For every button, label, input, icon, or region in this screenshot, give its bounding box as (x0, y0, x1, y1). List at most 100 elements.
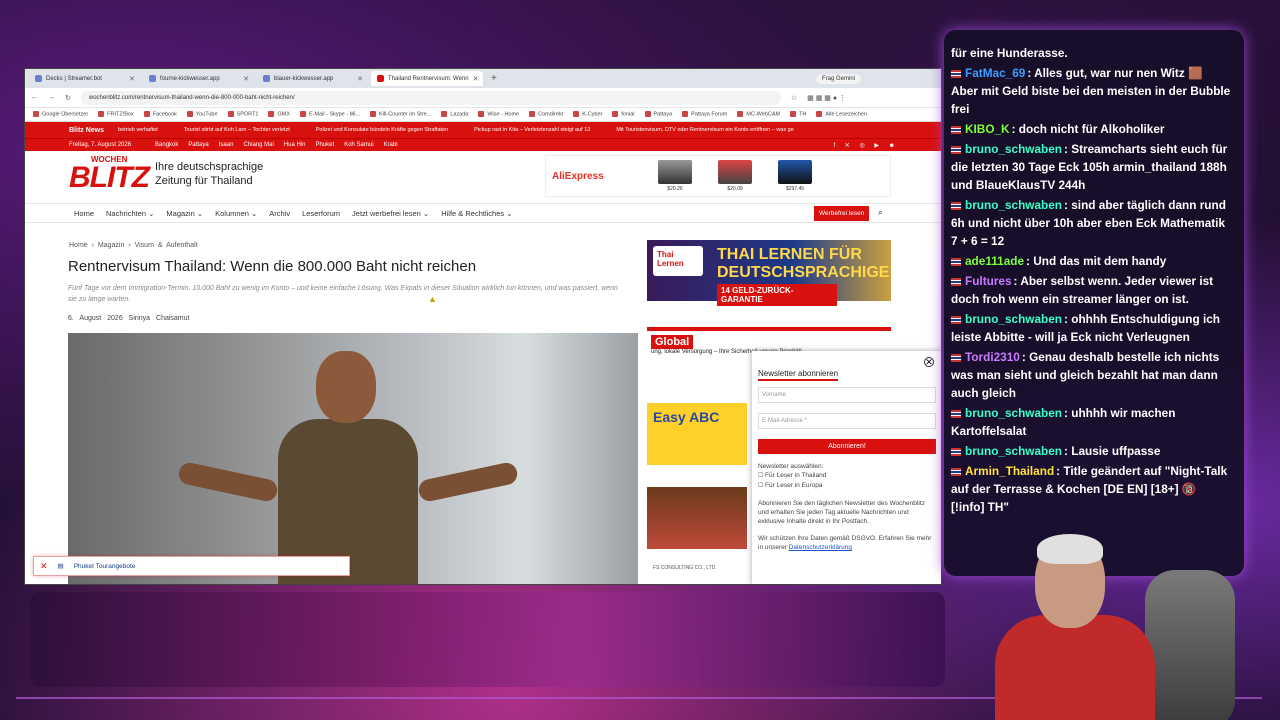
ticker-item[interactable]: Pickup rast in Kita – Verletztenzahl ste… (474, 127, 590, 133)
chat-username[interactable]: KIBO_K (965, 122, 1010, 136)
tab-streamerbot[interactable]: Decks | Streamer.bot ✕ (29, 71, 141, 86)
email-input[interactable]: E-Mail-Adresse * (758, 413, 936, 429)
easy-abc-ad[interactable]: Easy ABC (647, 403, 747, 465)
article-author[interactable]: Sirinya Chaisamut (129, 315, 190, 322)
url-input[interactable]: wochenblitz.com/rentnervisum-thailand-we… (80, 90, 781, 105)
city-link[interactable]: Phuket (316, 142, 335, 148)
back-icon[interactable]: ← (31, 94, 38, 101)
bookmark-item[interactable]: E-Mail - Skype - Mi... (300, 111, 360, 118)
ticker-item[interactable]: Polizei und Konsulate bündeln Kräfte geg… (316, 127, 448, 133)
chat-username[interactable]: FatMac_69 (965, 66, 1025, 80)
new-tab-icon[interactable]: + (485, 73, 503, 84)
chat-username[interactable]: bruno_schwaben (965, 142, 1062, 156)
tab-wochenblitz[interactable]: Thailand Rentnervisum: Wenn ✕ (371, 71, 483, 86)
notification-bar[interactable]: ✕ ▤ Phuket Tourangebote (33, 556, 350, 576)
close-icon[interactable]: ✕ (40, 561, 48, 572)
ad-product[interactable]: $20.09 (718, 160, 752, 192)
city-link[interactable]: Koh Samui (344, 142, 373, 148)
bookmark-item[interactable]: Kill-Counter im Stre... (370, 111, 431, 118)
ad-product[interactable]: $20.26 (658, 160, 692, 192)
bookmark-item[interactable]: YouTube (187, 111, 218, 118)
flag-icon (951, 145, 961, 154)
chat-username[interactable]: bruno_schwaben (965, 198, 1062, 212)
nav-werbefrei[interactable]: Jetzt werbefrei lesen ⌄ (352, 209, 429, 218)
close-icon[interactable]: ✕ (243, 75, 249, 83)
forward-icon[interactable]: → (48, 94, 55, 101)
bookmark-item[interactable]: FRITZ!Box (98, 111, 134, 118)
bookmark-item[interactable]: fonial (612, 111, 634, 118)
wochenblitz-logo[interactable]: WOCHEN BLITZ (69, 155, 150, 195)
close-icon[interactable]: ✕ (129, 75, 135, 83)
city-link[interactable]: Isaan (219, 142, 234, 148)
nav-archiv[interactable]: Archiv (269, 209, 290, 218)
ticker-item[interactable]: betrieb verhaftet (118, 127, 158, 133)
tab-fourne[interactable]: fourne-kickwesser.app ✕ (143, 71, 255, 86)
chat-list: für eine Hunderasse. FatMac_69: Alles gut… (951, 44, 1231, 518)
bookmark-item[interactable]: Pattaya (645, 111, 673, 118)
chat-username[interactable]: Armin_Thailand (965, 464, 1054, 478)
bookmark-item[interactable]: Alle Lesezeichen (816, 111, 867, 118)
bookmark-item[interactable]: Google Übersetzer (33, 111, 88, 118)
flag-icon (951, 409, 961, 418)
food-ad[interactable] (647, 487, 747, 549)
flag-icon (951, 315, 961, 324)
bookmark-item[interactable]: TH (790, 111, 806, 118)
city-link[interactable]: Chiang Mai (243, 142, 273, 148)
close-icon[interactable]: ✕ (357, 75, 363, 83)
ticker-item[interactable]: Tourist stirbt auf Koh Larn – Tochter ve… (184, 127, 290, 133)
bookmark-item[interactable]: Pattaya Forum (682, 111, 727, 118)
bookmark-item[interactable]: Facebook (144, 111, 177, 118)
checkbox-thailand[interactable]: Für Leser in Thailand (758, 471, 936, 481)
thai-lernen-ad[interactable]: Thai Lernen THAI LERNEN FÜR DEUTSCHSPRAC… (647, 240, 891, 306)
nav-nachrichten[interactable]: Nachrichten ⌄ (106, 209, 154, 218)
tab-bar: Decks | Streamer.bot ✕ fourne-kickwesser.… (25, 69, 941, 88)
close-icon[interactable]: ✕ (473, 75, 479, 83)
bookmark-item[interactable]: Wise - Home (478, 111, 519, 118)
bookmark-star-icon[interactable]: ☆ (791, 94, 797, 102)
nav-leserforum[interactable]: Leserforum (302, 209, 340, 218)
first-name-input[interactable]: Vorname (758, 387, 936, 403)
bookmark-item[interactable]: Comdirekt (529, 111, 563, 118)
nav-kolumnen[interactable]: Kolumnen ⌄ (215, 209, 257, 218)
privacy-link[interactable]: Datenschutzerklärung (789, 544, 852, 551)
social-icons[interactable]: f ✕ ◎ ▶ ☻ (833, 142, 899, 149)
site-tagline: Ihre deutschsprachige Zeitung für Thaila… (155, 160, 263, 188)
chat-username[interactable]: Tordi2310 (965, 350, 1020, 364)
city-link[interactable]: Bangkok (155, 142, 178, 148)
gemini-button[interactable]: Frag Gemini (815, 73, 861, 84)
werbefrei-button[interactable]: Werbefrei lesen (814, 206, 870, 221)
checkbox-europa[interactable]: Für Leser in Europa (758, 481, 936, 491)
ad-product[interactable]: $297.45 (778, 160, 812, 192)
chat-username[interactable]: Fultures (965, 274, 1012, 288)
extensions-icon[interactable]: ▦ ▦ ▦ ● ⋮ (807, 94, 846, 102)
city-link[interactable]: Pattaya (188, 142, 208, 148)
breadcrumb[interactable]: Home › Magazin › Visum & Aufenthalt (69, 242, 198, 249)
chat-username[interactable]: bruno_schwaben (965, 444, 1062, 458)
chat-username[interactable]: bruno_schwaben (965, 312, 1062, 326)
bookmark-item[interactable]: SPORT1 (228, 111, 259, 118)
subscribe-button[interactable]: Abonnieren! (758, 439, 936, 454)
privacy-note: Wir schützen Ihre Daten gemäß DSGVO. Erf… (758, 534, 936, 552)
tab-blauer[interactable]: blauer-kickwesser.app ✕ (257, 71, 369, 86)
ticker-item[interactable]: Mit Touristenvisum, DTV oder Rentnervisu… (616, 127, 793, 133)
bookmark-item[interactable]: GMX (268, 111, 290, 118)
tab-favicon-icon (263, 75, 270, 82)
flag-icon (951, 353, 961, 362)
chat-text: doch nicht für Alkoholiker (1018, 122, 1165, 136)
city-link[interactable]: Hua Hin (284, 142, 306, 148)
nav-hilfe[interactable]: Hilfe & Rechtliches ⌄ (441, 209, 512, 218)
chat-username[interactable]: bruno_schwaben (965, 406, 1062, 420)
chat-username[interactable]: ade111ade (965, 254, 1024, 268)
bookmark-item[interactable]: MC-WebCAM (737, 111, 780, 118)
city-link[interactable]: Krabi (384, 142, 398, 148)
bookmark-item[interactable]: K-Cyber (573, 111, 602, 118)
bookmark-item[interactable]: Lazada (441, 111, 468, 118)
nav-magazin[interactable]: Magazin ⌄ (166, 209, 203, 218)
notification-text[interactable]: Phuket Tourangebote (74, 563, 136, 570)
search-icon[interactable]: ⌕ (878, 207, 883, 218)
ad-subtitle: 14 GELD-ZURÜCK-GARANTIE (717, 284, 837, 306)
aliexpress-ad[interactable]: AliExpress $20.26 $20.09 $297.45 (545, 155, 891, 197)
nav-home[interactable]: Home (74, 209, 94, 218)
reload-icon[interactable]: ↻ (65, 94, 71, 102)
close-icon[interactable]: ✕ (924, 357, 934, 367)
